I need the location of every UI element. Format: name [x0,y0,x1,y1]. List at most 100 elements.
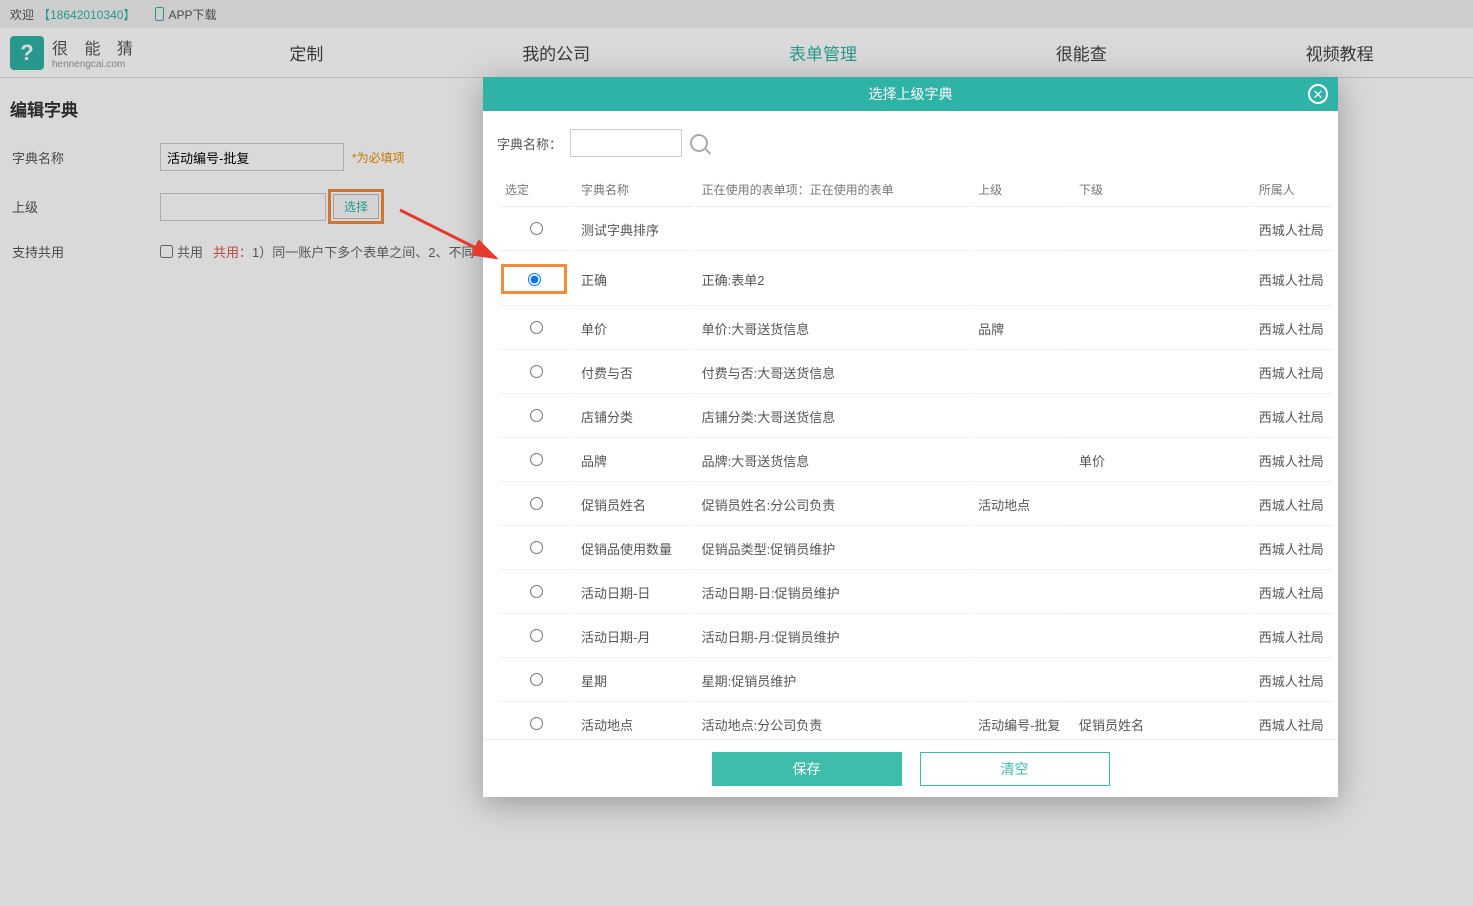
table-row[interactable]: 付费与否付费与否:大哥送货信息西城人社局 [499,352,1332,394]
save-button[interactable]: 保存 [712,752,902,786]
logo-icon: ? [10,36,44,70]
row-radio[interactable] [530,541,543,554]
row-radio[interactable] [530,585,543,598]
row-name: 测试字典排序 [575,209,694,251]
row-name: 品牌 [575,440,694,482]
field-name-input[interactable] [160,143,344,171]
row-child [1073,352,1251,394]
row-name: 活动日期-日 [575,572,694,614]
row-radio[interactable] [530,409,543,422]
modal-body[interactable]: 字典名称： 选定 字典名称 正在使用的表单项：正在使用的表单 上级 下级 所属人… [483,111,1338,739]
row-child: 促销员姓名 [1073,704,1251,739]
table-row[interactable]: 活动日期-日活动日期-日:促销员维护 西城人社局 [499,572,1332,614]
nav-item[interactable]: 很能查 [1056,40,1107,65]
row-child [1073,396,1251,438]
row-child [1073,572,1251,614]
row-radio[interactable] [530,365,543,378]
share-checkbox-text: 共用 [177,242,203,261]
table-row[interactable]: 单价单价:大哥送货信息品牌西城人社局 [499,308,1332,350]
table-row[interactable]: 促销品使用数量促销品类型:促销员维护西城人社局 [499,528,1332,570]
row-usage: 活动日期-日:促销员维护 [696,572,970,614]
table-row[interactable]: 正确正确:表单2西城人社局 [499,253,1332,306]
table-row[interactable]: 测试字典排序 西城人社局 [499,209,1332,251]
row-parent [972,352,1071,394]
row-owner: 西城人社局 [1253,704,1332,739]
table-row[interactable]: 品牌品牌:大哥送货信息单价西城人社局 [499,440,1332,482]
select-button-highlight: 选择 [328,189,384,224]
col-owner: 所属人 [1253,173,1332,207]
row-owner: 西城人社局 [1253,660,1332,702]
row-name: 星期 [575,660,694,702]
row-parent: 活动地点 [972,484,1071,526]
select-button[interactable]: 选择 [333,194,379,219]
modal-search-row: 字典名称： [497,111,1334,171]
parent-input[interactable] [160,193,326,221]
col-parent: 上级 [972,173,1071,207]
modal-title: 选择上级字典 [869,84,953,104]
col-usage: 正在使用的表单项：正在使用的表单 [696,173,970,207]
row-parent [972,209,1071,251]
row-radio[interactable] [530,453,543,466]
table-row[interactable]: 星期星期:促销员维护 西城人社局 [499,660,1332,702]
row-parent: 活动编号-批复 [972,704,1071,739]
select-parent-dict-modal: 选择上级字典 ✕ 字典名称： 选定 字典名称 正在使用的表单项：正在使用的表单 … [483,77,1338,797]
row-usage [696,209,970,251]
row-owner: 西城人社局 [1253,253,1332,306]
table-row[interactable]: 活动日期-月活动日期-月:促销员维护西城人社局 [499,616,1332,658]
row-parent [972,660,1071,702]
radio-highlight [501,264,567,294]
share-note-body: 1）同一账户下多个表单之间、2、不同 [252,245,474,260]
row-parent: 品牌 [972,308,1071,350]
row-owner: 西城人社局 [1253,352,1332,394]
logo-block[interactable]: ? 很 能 猜 hennengcai.com [0,35,190,70]
modal-header: 选择上级字典 ✕ [483,77,1338,111]
row-radio[interactable] [530,673,543,686]
dict-table: 选定 字典名称 正在使用的表单项：正在使用的表单 上级 下级 所属人 测试字典排… [497,171,1334,739]
row-child [1073,660,1251,702]
row-owner: 西城人社局 [1253,209,1332,251]
modal-search-label: 字典名称： [497,134,562,153]
row-child [1073,209,1251,251]
nav-item[interactable]: 表单管理 [789,40,857,65]
app-download-link[interactable]: APP下载 [155,6,216,23]
row-radio[interactable] [530,497,543,510]
clear-button[interactable]: 清空 [920,752,1110,786]
col-name: 字典名称 [575,173,694,207]
row-radio[interactable] [530,321,543,334]
table-row[interactable]: 店铺分类店铺分类:大哥送货信息西城人社局 [499,396,1332,438]
row-radio[interactable] [528,273,541,286]
user-phone[interactable]: 【18642010340】 [38,6,135,23]
topbar: 欢迎 【18642010340】 APP下载 [0,0,1473,28]
row-usage: 正确:表单2 [696,253,970,306]
row-owner: 西城人社局 [1253,440,1332,482]
nav-item[interactable]: 定制 [289,40,323,65]
nav-item[interactable]: 视频教程 [1306,40,1374,65]
row-usage: 星期:促销员维护 [696,660,970,702]
row-radio[interactable] [530,222,543,235]
row-parent [972,440,1071,482]
app-download-label: APP下载 [168,6,216,23]
row-parent [972,396,1071,438]
search-icon[interactable] [690,134,708,152]
row-name: 活动地点 [575,704,694,739]
modal-search-input[interactable] [570,129,682,157]
nav-item[interactable]: 我的公司 [522,40,590,65]
row-name: 付费与否 [575,352,694,394]
table-row[interactable]: 活动地点活动地点:分公司负责活动编号-批复促销员姓名西城人社局 [499,704,1332,739]
row-radio[interactable] [530,717,543,730]
row-owner: 西城人社局 [1253,484,1332,526]
table-row[interactable]: 促销员姓名促销员姓名:分公司负责活动地点西城人社局 [499,484,1332,526]
row-radio[interactable] [530,629,543,642]
row-owner: 西城人社局 [1253,572,1332,614]
close-icon[interactable]: ✕ [1308,84,1328,104]
row-name: 店铺分类 [575,396,694,438]
required-note: *为必填项 [352,149,405,166]
modal-footer: 保存 清空 [483,739,1338,797]
share-checkbox-wrap[interactable]: 共用 [160,242,203,261]
col-child: 下级 [1073,173,1251,207]
row-parent [972,616,1071,658]
share-checkbox[interactable] [160,245,173,258]
row-name: 单价 [575,308,694,350]
row-child [1073,253,1251,306]
row-usage: 促销品类型:促销员维护 [696,528,970,570]
